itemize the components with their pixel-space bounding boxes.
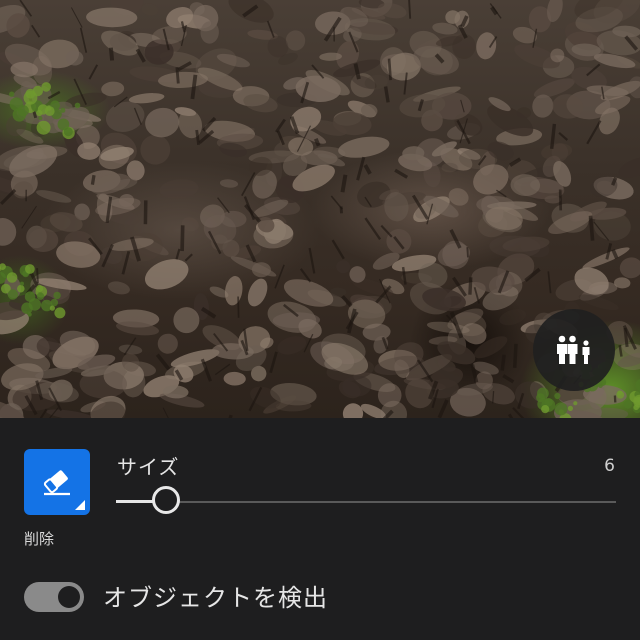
slider-track [116, 501, 616, 503]
size-slider[interactable] [116, 484, 616, 520]
size-label: サイズ [117, 455, 180, 479]
tool-label: 削除 [24, 530, 55, 548]
people-detect-button[interactable] [533, 309, 615, 391]
slider-fill [116, 500, 154, 503]
people-icon [557, 335, 590, 364]
eraser-icon [43, 470, 70, 496]
remove-tool-button[interactable] [24, 449, 90, 515]
detect-objects-toggle[interactable] [24, 582, 84, 612]
tool-options-corner [75, 500, 85, 510]
tool-options-panel: 削除 サイズ 6 オブジェクトを検出 [0, 418, 640, 640]
detect-objects-label: オブジェクトを検出 [103, 584, 328, 612]
size-value: 6 [604, 456, 615, 476]
slider-thumb[interactable] [152, 486, 180, 514]
photo-canvas[interactable] [0, 0, 640, 418]
toggle-knob [58, 586, 80, 608]
